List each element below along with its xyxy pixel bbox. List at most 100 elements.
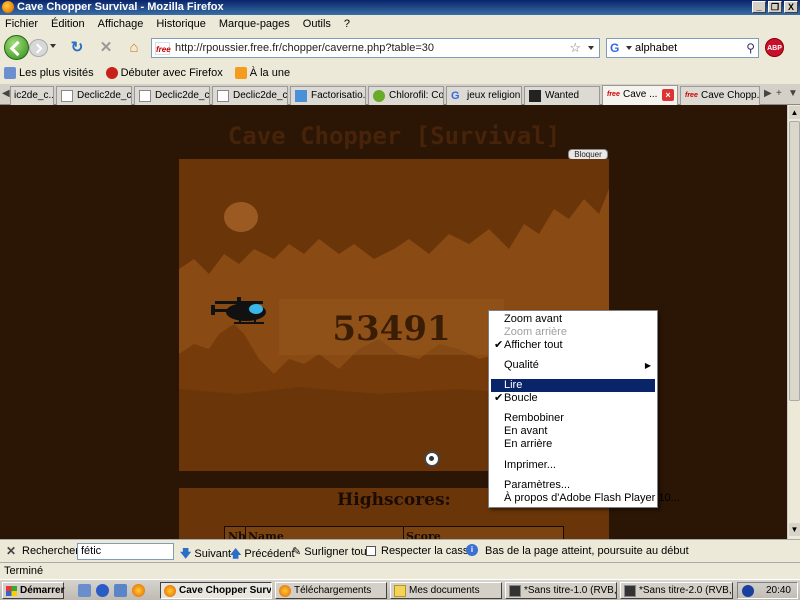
twitter-icon [295,90,307,102]
taskbar-item-mes-documents[interactable]: Mes documents [390,582,502,599]
tab-item[interactable]: Gjeux religion... [446,86,522,105]
chlorofil-icon [373,90,385,102]
menu-a-propos-flash[interactable]: À propos d'Adobe Flash Player 10... [491,492,680,505]
smart-bookmark-icon [4,66,16,79]
tab-scroll-left-icon[interactable]: ◀ [2,88,10,99]
wanted-icon [529,90,541,102]
document-icon [61,90,73,102]
tray-app-icon[interactable] [742,585,754,597]
bookmark-a-la-une[interactable]: À la une [234,66,290,79]
search-icon[interactable]: ⚲ [746,41,755,55]
find-input[interactable]: fétic [77,543,174,560]
windows-logo-icon [6,586,17,596]
menu-outils[interactable]: Outils [303,18,331,30]
tab-item[interactable]: ic2de_c... [10,86,54,105]
arrow-up-icon: 🡅 [230,548,242,560]
taskbar-item-firefox[interactable]: Cave Chopper Survi... [160,582,272,599]
firefox-quicklaunch-icon[interactable] [132,584,145,597]
scroll-down-icon[interactable]: ▼ [789,523,800,536]
title-bar: Cave Chopper Survival - Mozilla Firefox … [0,0,800,15]
url-bar[interactable]: free http://rpoussier.free.fr/chopper/ca… [151,38,600,58]
search-engine-dropdown-icon[interactable] [626,46,632,50]
bookmark-debuter-avec-firefox[interactable]: Débuter avec Firefox [105,66,223,79]
match-case-label[interactable]: Respecter la casse [381,545,475,557]
url-dropdown-icon[interactable] [588,46,594,50]
tab-item[interactable]: Declic2de_c... [212,86,288,105]
tab-item[interactable]: Chlorofil: Co... [368,86,444,105]
menu-zoom-avant[interactable]: Zoom avant [491,313,655,326]
firefox-bookmark-icon [105,66,118,79]
column-score: Score [406,530,441,539]
taskbar-item-sans-titre-1[interactable]: *Sans titre-1.0 (RVB, ... [505,582,617,599]
menu-en-arriere[interactable]: En arrière [491,438,655,451]
history-dropdown-icon[interactable] [50,44,56,48]
windows-taskbar: Démarrer Cave Chopper Survi... Télécharg… [0,579,800,600]
free-favicon: free [607,91,620,98]
tab-item[interactable]: free Cave Chopp... [680,86,760,105]
menu-fichier[interactable]: Fichier [5,18,38,30]
back-button[interactable] [4,35,29,60]
tab-item[interactable]: Declic2de_c... [134,86,210,105]
menu-help[interactable]: ? [344,18,350,30]
match-case-checkbox[interactable] [366,546,376,556]
google-icon[interactable]: G [610,41,624,55]
search-box[interactable]: G alphabet ⚲ [606,38,759,58]
internet-explorer-icon[interactable] [96,584,109,597]
close-findbar-icon[interactable]: ✕ [6,544,16,558]
info-icon: i [466,544,478,556]
reload-icon[interactable]: ↻ [68,39,86,57]
menu-zoom-arriere: Zoom arrière [504,326,567,338]
maximize-button[interactable]: ❐ [768,1,782,13]
menu-afficher-tout[interactable]: ✔ Afficher tout [491,339,655,352]
scroll-up-icon[interactable]: ▲ [789,106,800,119]
tab-cave-chopper-active[interactable]: free Cave ... × [602,85,678,105]
menu-affichage[interactable]: Affichage [98,18,144,30]
tab-scroll-right-icon[interactable]: ▶ [764,88,772,99]
highlight-all-button[interactable]: ✎ Surligner tout [292,545,370,558]
clock: 20:40 [765,585,791,596]
menu-en-avant[interactable]: En avant [491,425,655,438]
url-text[interactable]: http://rpoussier.free.fr/chopper/caverne… [175,42,434,54]
menu-lire[interactable]: Lire [491,379,655,392]
menu-marque-pages[interactable]: Marque-pages [219,18,290,30]
adblock-plus-icon[interactable]: ABP [765,38,784,57]
menu-historique[interactable]: Historique [156,18,206,30]
menu-edition[interactable]: Édition [51,18,85,30]
new-tab-icon[interactable]: + [776,88,782,99]
page-title: Cave Chopper [Survival] [227,122,561,150]
forward-button[interactable] [29,39,48,57]
tab-item[interactable]: Wanted [524,86,600,105]
menu-rembobiner[interactable]: Rembobiner [491,412,655,425]
search-input[interactable]: alphabet [635,42,677,54]
arrow-down-icon: 🡇 [180,548,192,560]
tab-item[interactable]: Declic2de_c... [56,86,132,105]
show-desktop-icon[interactable] [78,584,91,597]
start-button[interactable]: Démarrer [2,582,64,599]
taskbar-item-telechargements[interactable]: Téléchargements [275,582,387,599]
menu-qualite[interactable]: Qualité ▶ [491,359,655,372]
menu-imprimer[interactable]: Imprimer... [491,459,655,472]
scrollbar-thumb[interactable] [789,121,800,401]
submenu-arrow-icon: ▶ [644,361,651,370]
tab-item[interactable]: Factorisatio... [290,86,366,105]
tab-list-icon[interactable]: ▼ [788,88,798,99]
menu-boucle[interactable]: ✔ Boucle [491,392,655,405]
tab-close-icon[interactable]: × [662,89,674,101]
media-icon[interactable] [114,584,127,597]
firefox-icon [164,585,176,597]
document-icon [217,90,229,102]
taskbar-item-sans-titre-2[interactable]: *Sans titre-2.0 (RVB, ... [620,582,733,599]
bookmark-star-icon[interactable]: ☆ [569,40,581,56]
home-icon[interactable]: ⌂ [125,39,143,57]
close-button[interactable]: X [784,1,798,13]
vertical-scrollbar[interactable]: ▲ ▼ [787,105,800,539]
cursor-ball-icon [424,451,440,467]
menu-parametres[interactable]: Paramètres... [491,479,655,492]
stop-icon[interactable]: ✕ [97,39,115,57]
status-bar: Terminé [0,562,800,579]
bookmark-les-plus-visites[interactable]: Les plus visités [4,66,94,79]
google-icon: G [451,90,460,102]
score-display: 53491 [332,309,451,349]
folder-icon [394,585,406,597]
minimize-button[interactable]: _ [752,1,766,13]
